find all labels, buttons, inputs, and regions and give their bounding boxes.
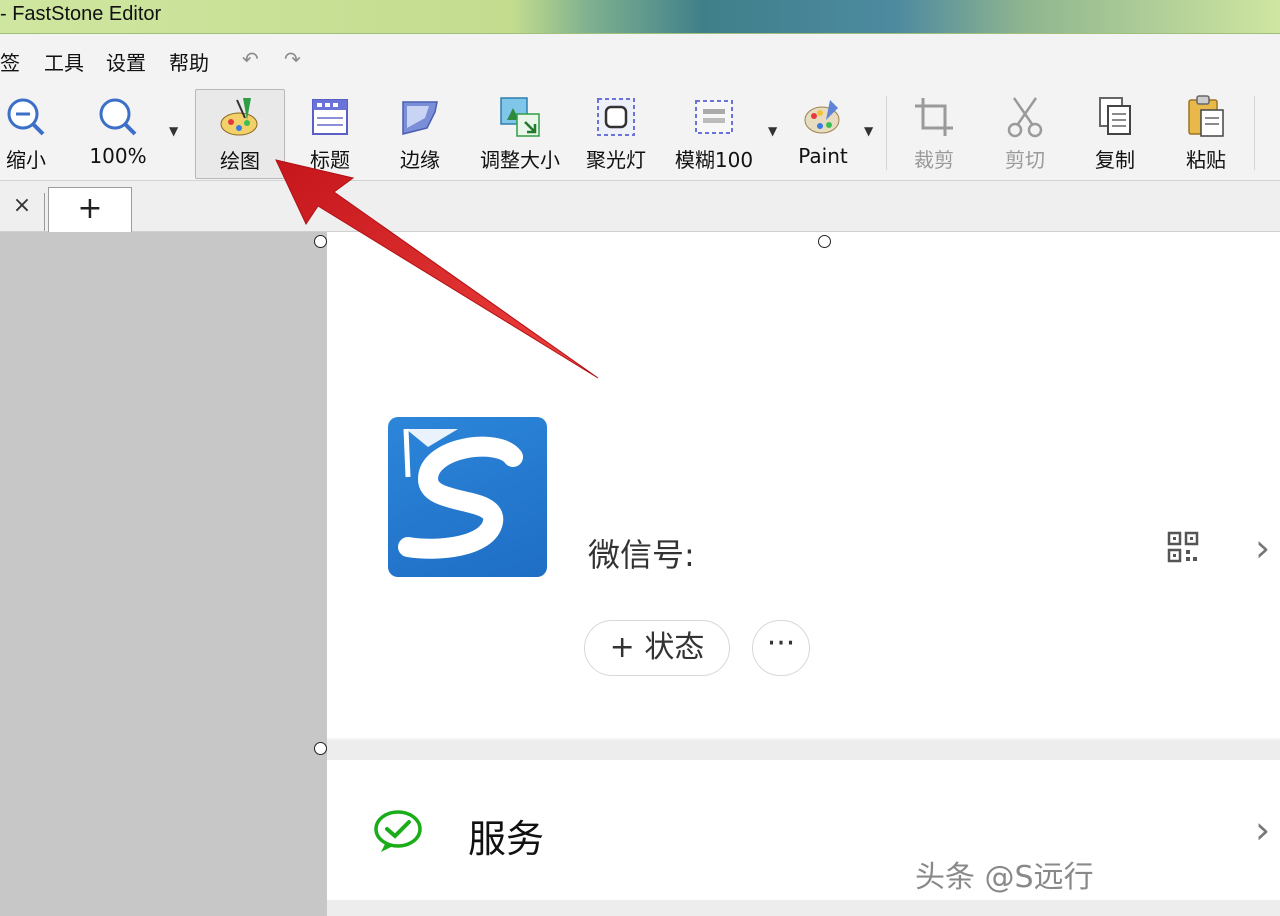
menu-tags[interactable]: 签	[0, 47, 20, 76]
selection-handle[interactable]	[314, 742, 327, 755]
paste-label: 粘贴	[1186, 148, 1226, 172]
cut-label: 剪切	[1005, 148, 1045, 172]
title-bar: - FastStone Editor	[0, 0, 1280, 34]
toolbar: 缩小 100% ▼ 绘图 标题 边缘 调整大小 聚光灯 模糊100 ▼ Pain…	[0, 84, 1280, 181]
spotlight-label: 聚光灯	[586, 148, 646, 172]
paint-button[interactable]: Paint	[790, 84, 856, 180]
section-divider	[327, 900, 1280, 916]
zoom-out-button[interactable]: 缩小	[0, 84, 52, 180]
workspace-background	[0, 232, 327, 916]
caption-icon	[312, 99, 348, 135]
service-label: 服务	[468, 817, 545, 861]
watermark-text: 头条 @S远行	[915, 860, 1094, 895]
app-logo	[388, 417, 547, 577]
tab-bar: × +	[0, 181, 1280, 232]
wechat-id-label: 微信号:	[588, 536, 695, 574]
add-status-button[interactable]: + 状态	[584, 620, 730, 676]
copy-icon	[1099, 97, 1131, 135]
blur-icon	[695, 100, 733, 134]
spotlight-icon	[597, 98, 635, 136]
cut-button[interactable]: 剪切	[995, 84, 1055, 180]
paint-dropdown-icon[interactable]: ▼	[864, 124, 873, 138]
menu-help[interactable]: 帮助	[169, 47, 209, 76]
crop-label: 裁剪	[914, 148, 954, 172]
draw-button[interactable]: 绘图	[195, 89, 285, 179]
caption-label: 标题	[310, 148, 350, 172]
resize-button[interactable]: 调整大小	[474, 84, 566, 180]
copy-button[interactable]: 复制	[1085, 84, 1145, 180]
edge-button[interactable]: 边缘	[390, 84, 450, 180]
scissors-icon	[1007, 97, 1043, 138]
blur-dropdown-icon[interactable]: ▼	[768, 124, 777, 138]
copy-label: 复制	[1095, 148, 1135, 172]
redo-icon[interactable]: ↷	[284, 47, 301, 71]
resize-icon	[500, 97, 540, 137]
spotlight-button[interactable]: 聚光灯	[582, 84, 650, 180]
qr-code-icon[interactable]	[1167, 531, 1199, 563]
zoom-100-button[interactable]: 100%	[80, 84, 156, 180]
edge-icon	[402, 101, 438, 135]
close-tab-button[interactable]: ×	[0, 193, 45, 231]
draw-label: 绘图	[220, 149, 260, 173]
crop-button[interactable]: 裁剪	[904, 84, 964, 180]
service-icon	[374, 810, 422, 852]
zoom-out-icon	[7, 98, 45, 136]
menu-settings[interactable]: 设置	[106, 47, 146, 76]
menu-bar: 签 工具 设置 帮助 ↶ ↷	[0, 34, 1280, 84]
magnifier-icon	[99, 98, 137, 136]
resize-label: 调整大小	[480, 148, 560, 172]
edge-label: 边缘	[400, 148, 440, 172]
window-title: - FastStone Editor	[0, 3, 162, 25]
zoom-out-label: 缩小	[6, 148, 46, 172]
paste-button[interactable]: 粘贴	[1176, 84, 1236, 180]
selection-handle[interactable]	[314, 235, 327, 248]
more-button[interactable]: ···	[752, 620, 810, 676]
toolbar-separator	[1254, 96, 1255, 170]
chevron-right-icon[interactable]: ›	[1255, 808, 1270, 852]
chevron-right-icon[interactable]: ›	[1255, 526, 1270, 570]
paste-icon	[1188, 95, 1224, 137]
crop-icon	[915, 98, 953, 136]
palette-icon	[220, 98, 258, 136]
section-divider	[327, 740, 1280, 760]
blur-label: 模糊100	[674, 148, 754, 172]
paint-label: Paint	[798, 144, 848, 168]
menu-tools[interactable]: 工具	[44, 47, 84, 76]
caption-button[interactable]: 标题	[300, 84, 360, 180]
undo-icon[interactable]: ↶	[242, 47, 259, 71]
selection-handle[interactable]	[818, 235, 831, 248]
toolbar-separator	[886, 96, 887, 170]
s-logo-icon	[398, 428, 523, 559]
blur-button[interactable]: 模糊100	[668, 84, 760, 180]
paint-icon	[804, 100, 840, 134]
zoom-dropdown-icon[interactable]: ▼	[169, 124, 178, 138]
new-tab-button[interactable]: +	[48, 187, 132, 232]
zoom-level-label: 100%	[89, 144, 147, 168]
